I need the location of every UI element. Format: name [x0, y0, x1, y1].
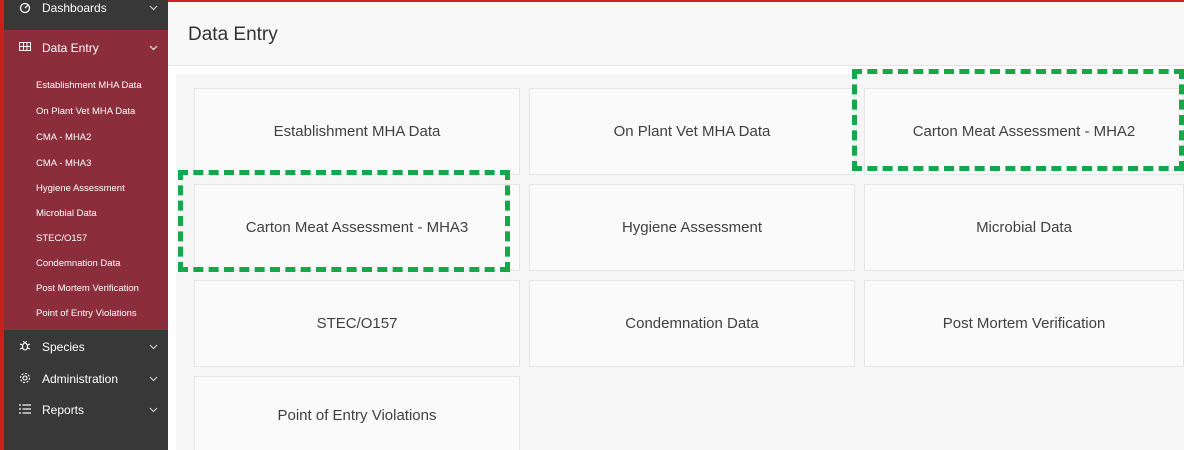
nav-label-dashboards: Dashboards	[42, 1, 107, 15]
nav-item-data-entry[interactable]: Data Entry	[4, 30, 168, 66]
page-title: Data Entry	[188, 24, 278, 45]
card-condemnation-data[interactable]: Condemnation Data	[529, 280, 855, 367]
submenu-item-microbial-data[interactable]: Microbial Data	[36, 208, 97, 219]
chevron-down-icon	[148, 43, 158, 53]
nav-item-species[interactable]: Species	[4, 332, 168, 362]
submenu-item-establishment-mha-data[interactable]: Establishment MHA Data	[36, 80, 142, 91]
nav-item-dashboards[interactable]: Dashboards	[4, 0, 168, 30]
chevron-down-icon	[148, 405, 158, 415]
chevron-down-icon	[148, 342, 158, 352]
card-microbial-data[interactable]: Microbial Data	[864, 184, 1184, 271]
nav-label-species: Species	[42, 340, 85, 354]
list-icon	[16, 403, 34, 417]
gear-icon	[16, 372, 34, 387]
submenu-item-condemnation-data[interactable]: Condemnation Data	[36, 258, 121, 269]
card-carton-meat-assessment-mha2[interactable]: Carton Meat Assessment - MHA2	[864, 88, 1184, 175]
card-stec-o157[interactable]: STEC/O157	[194, 280, 520, 367]
bug-icon	[16, 340, 34, 355]
card-post-mortem-verification[interactable]: Post Mortem Verification	[864, 280, 1184, 367]
nav-label-data-entry: Data Entry	[42, 41, 99, 55]
submenu-item-stec-o157[interactable]: STEC/O157	[36, 233, 87, 244]
nav-label-reports: Reports	[42, 403, 85, 417]
nav-item-administration[interactable]: Administration	[4, 364, 168, 394]
submenu-item-hygiene-assessment[interactable]: Hygiene Assessment	[36, 183, 125, 194]
chevron-down-icon	[148, 374, 158, 384]
table-icon	[16, 42, 34, 54]
card-carton-meat-assessment-mha3[interactable]: Carton Meat Assessment - MHA3	[194, 184, 520, 271]
app-window: Dashboards Data Entry Establishment MHA …	[0, 0, 1184, 450]
card-establishment-mha-data[interactable]: Establishment MHA Data	[194, 88, 520, 175]
card-on-plant-vet-mha-data[interactable]: On Plant Vet MHA Data	[529, 88, 855, 175]
submenu-item-point-of-entry-violations[interactable]: Point of Entry Violations	[36, 308, 137, 319]
card-point-of-entry-violations[interactable]: Point of Entry Violations	[194, 376, 520, 450]
submenu-item-cma-mha3[interactable]: CMA - MHA3	[36, 158, 91, 169]
dashboard-icon	[16, 1, 34, 16]
nav-label-administration: Administration	[42, 372, 119, 386]
main-content: Data Entry Establishment MHA Data On Pla…	[168, 0, 1184, 450]
nav-item-reports[interactable]: Reports	[4, 395, 168, 425]
page-header: Data Entry	[168, 2, 1184, 66]
submenu-item-post-mortem-verification[interactable]: Post Mortem Verification	[36, 283, 139, 294]
chevron-down-icon	[148, 3, 158, 13]
submenu-item-cma-mha2[interactable]: CMA - MHA2	[36, 132, 91, 143]
data-entry-submenu: Establishment MHA Data On Plant Vet MHA …	[4, 66, 168, 330]
sidebar: Dashboards Data Entry Establishment MHA …	[0, 0, 168, 450]
submenu-item-on-plant-vet-mha-data[interactable]: On Plant Vet MHA Data	[36, 106, 135, 117]
card-hygiene-assessment[interactable]: Hygiene Assessment	[529, 184, 855, 271]
